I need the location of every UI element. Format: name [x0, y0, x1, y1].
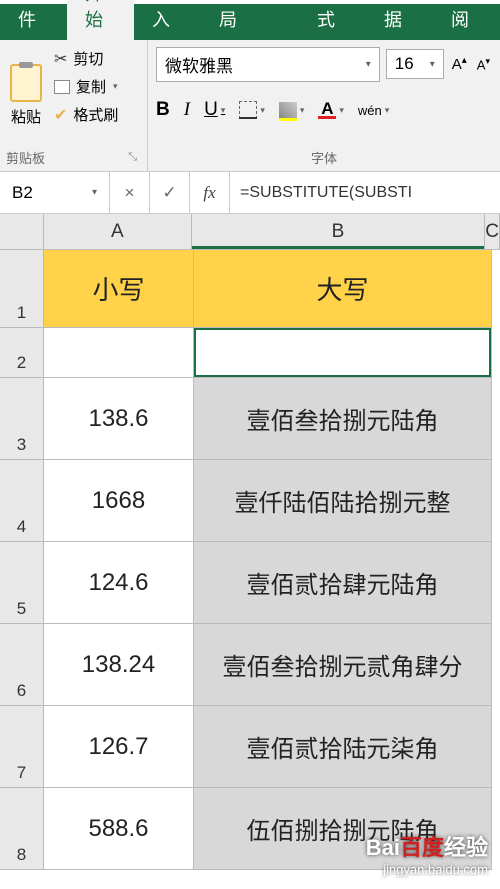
cell[interactable]: 124.6: [44, 542, 194, 624]
cell[interactable]: 壹佰贰拾肆元陆角: [194, 542, 492, 624]
copy-button[interactable]: 复制 ▾: [50, 74, 141, 99]
font-group: 微软雅黑 ▾ 16 ▾ A▴ A▾ B I U▾ ▾ ▾ A▾ wén▾ 字体: [148, 40, 500, 171]
clipboard-group: 粘贴 ✂ 剪切 复制 ▾ ✔ 格式刷 剪贴板 ⤡: [0, 40, 148, 171]
chevron-down-icon: ▾: [430, 59, 435, 70]
format-painter-button[interactable]: ✔ 格式刷: [50, 102, 141, 127]
cell[interactable]: 壹佰叁拾捌元陆角: [194, 378, 492, 460]
tab-review[interactable]: 审阅: [433, 0, 500, 40]
formula-bar: B2 ▾ × ✓ fx =SUBSTITUTE(SUBSTI: [0, 172, 500, 214]
spreadsheet-grid: A B C 1 小写 大写 2 3 138.6 壹佰叁拾捌元陆角 4 1668 …: [0, 214, 500, 870]
fill-color-button[interactable]: ▾: [279, 102, 305, 118]
row-header[interactable]: 8: [0, 788, 44, 870]
formula-confirm-button[interactable]: ✓: [150, 172, 190, 213]
tab-page-layout[interactable]: 页面布局: [201, 0, 299, 40]
clipboard-dialog-launcher[interactable]: ⤡: [124, 151, 141, 164]
phonetic-button[interactable]: wén▾: [358, 103, 389, 118]
chevron-down-icon: ▾: [300, 105, 305, 116]
tab-data[interactable]: 数据: [366, 0, 433, 40]
font-group-label: 字体: [156, 144, 492, 171]
cell[interactable]: 大写: [194, 250, 492, 328]
chevron-down-icon: ▾: [92, 187, 97, 198]
cut-button[interactable]: ✂ 剪切: [50, 46, 141, 71]
cell[interactable]: 壹佰贰拾陆元柒角: [194, 706, 492, 788]
chevron-down-icon: ▾: [113, 81, 118, 92]
font-name-select[interactable]: 微软雅黑 ▾: [156, 47, 380, 82]
borders-button[interactable]: ▾: [239, 101, 265, 119]
chevron-down-icon: ▾: [339, 105, 344, 116]
cell[interactable]: 壹佰叁拾捌元贰角肆分: [194, 624, 492, 706]
ribbon-tabs: 文件 开始 插入 页面布局 公式 数据 审阅: [0, 4, 500, 40]
grow-font-button[interactable]: A▴: [450, 53, 469, 75]
format-painter-label: 格式刷: [73, 104, 118, 125]
shrink-font-button[interactable]: A▾: [475, 54, 492, 74]
tab-formulas[interactable]: 公式: [299, 0, 366, 40]
paste-button[interactable]: 粘贴: [6, 46, 46, 144]
chevron-down-icon: ▾: [260, 105, 265, 116]
watermark-url: jingyan.baidu.com: [366, 862, 488, 877]
tab-home[interactable]: 开始: [67, 0, 134, 40]
row-header[interactable]: 5: [0, 542, 44, 624]
copy-icon: [54, 80, 70, 94]
cell[interactable]: 588.6: [44, 788, 194, 870]
chevron-down-icon: ▾: [366, 59, 371, 70]
copy-label: 复制: [76, 76, 106, 97]
watermark: Bai百度经验 jingyan.baidu.com: [366, 830, 488, 877]
select-all-corner[interactable]: [0, 214, 44, 250]
cell[interactable]: 138.6: [44, 378, 194, 460]
font-size-value: 16: [395, 54, 414, 74]
font-size-select[interactable]: 16 ▾: [386, 49, 444, 79]
paste-label: 粘贴: [11, 106, 41, 127]
cell[interactable]: 126.7: [44, 706, 194, 788]
font-color-icon: A: [318, 102, 336, 119]
font-color-button[interactable]: A▾: [318, 102, 344, 119]
row-header[interactable]: 3: [0, 378, 44, 460]
cut-label: 剪切: [73, 48, 103, 69]
active-cell[interactable]: [194, 328, 492, 378]
clipboard-group-label: 剪贴板: [6, 144, 45, 171]
chevron-down-icon: ▾: [221, 105, 226, 116]
name-box-value: B2: [12, 183, 33, 203]
brush-icon: ✔: [54, 105, 67, 125]
cell[interactable]: 小写: [44, 250, 194, 328]
bucket-icon: [279, 102, 297, 118]
column-header-a[interactable]: A: [44, 214, 192, 250]
name-box[interactable]: B2 ▾: [0, 172, 110, 213]
border-icon: [239, 101, 257, 119]
underline-button[interactable]: U▾: [204, 99, 225, 121]
scissors-icon: ✂: [54, 49, 67, 69]
cell[interactable]: [44, 328, 194, 378]
column-header-b[interactable]: B: [192, 214, 486, 250]
formula-cancel-button[interactable]: ×: [110, 172, 150, 213]
formula-input[interactable]: =SUBSTITUTE(SUBSTI: [230, 172, 500, 213]
row-header[interactable]: 4: [0, 460, 44, 542]
cell[interactable]: 壹仟陆佰陆拾捌元整: [194, 460, 492, 542]
font-name-value: 微软雅黑: [165, 52, 233, 77]
column-header-c[interactable]: C: [485, 214, 500, 250]
tab-insert[interactable]: 插入: [134, 0, 201, 40]
row-header[interactable]: 1: [0, 250, 44, 328]
cell[interactable]: 138.24: [44, 624, 194, 706]
chevron-down-icon: ▾: [385, 105, 390, 116]
row-header[interactable]: 6: [0, 624, 44, 706]
tab-file[interactable]: 文件: [0, 0, 67, 40]
row-header[interactable]: 7: [0, 706, 44, 788]
clipboard-icon: [10, 64, 42, 102]
cell[interactable]: 1668: [44, 460, 194, 542]
row-header[interactable]: 2: [0, 328, 44, 378]
insert-function-button[interactable]: fx: [190, 172, 230, 213]
bold-button[interactable]: B: [156, 99, 170, 121]
ribbon: 粘贴 ✂ 剪切 复制 ▾ ✔ 格式刷 剪贴板 ⤡: [0, 40, 500, 172]
italic-button[interactable]: I: [184, 99, 190, 121]
watermark-logo: Bai百度经验: [366, 830, 488, 862]
